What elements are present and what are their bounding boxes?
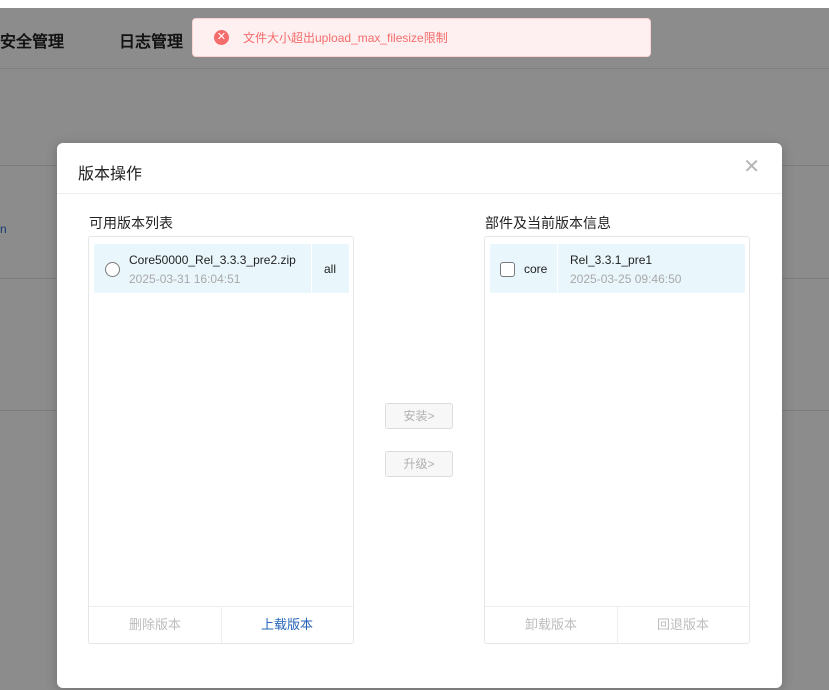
toast-message: 文件大小超出upload_max_filesize限制 [243, 31, 448, 45]
uninstall-version-button[interactable]: 卸载版本 [485, 607, 617, 643]
component-checkbox[interactable] [500, 262, 515, 277]
upload-version-button[interactable]: 上载版本 [221, 607, 353, 643]
component-versions-panel: core Rel_3.3.1_pre1 2025-03-25 09:46:50 … [484, 236, 750, 644]
rollback-version-button[interactable]: 回退版本 [617, 607, 749, 643]
dialog-header: 版本操作 ✕ [57, 143, 782, 194]
delete-version-button[interactable]: 删除版本 [89, 607, 221, 643]
component-name: core [524, 262, 548, 276]
item-divider [311, 244, 312, 293]
top-strip [0, 0, 829, 8]
current-version: Rel_3.3.1_pre1 [570, 253, 653, 267]
error-toast: ✕ 文件大小超出upload_max_filesize限制 [192, 18, 651, 57]
panel-footer: 卸载版本 回退版本 [485, 606, 749, 643]
available-versions-title: 可用版本列表 [89, 215, 173, 231]
item-divider [557, 244, 558, 293]
install-button[interactable]: 安装> [385, 403, 453, 429]
version-operation-dialog: 版本操作 ✕ 可用版本列表 Core50000_Rel_3.3.3_pre2.z… [57, 143, 782, 688]
panel-footer: 删除版本 上载版本 [89, 606, 353, 643]
version-radio[interactable] [105, 262, 120, 277]
list-item[interactable]: Core50000_Rel_3.3.3_pre2.zip 2025-03-31 … [94, 244, 349, 293]
version-scope-tag: all [324, 262, 337, 276]
close-icon[interactable]: ✕ [743, 157, 760, 177]
upgrade-button[interactable]: 升级> [385, 451, 453, 477]
dialog-title: 版本操作 [78, 166, 143, 183]
version-install-time: 2025-03-25 09:46:50 [570, 272, 682, 286]
version-upload-time: 2025-03-31 16:04:51 [129, 272, 241, 286]
available-versions-panel: Core50000_Rel_3.3.3_pre2.zip 2025-03-31 … [88, 236, 354, 644]
error-circle-icon: ✕ [214, 30, 229, 45]
version-file-name: Core50000_Rel_3.3.3_pre2.zip [129, 253, 296, 267]
component-versions-title: 部件及当前版本信息 [485, 215, 611, 231]
list-item[interactable]: core Rel_3.3.1_pre1 2025-03-25 09:46:50 [490, 244, 745, 293]
